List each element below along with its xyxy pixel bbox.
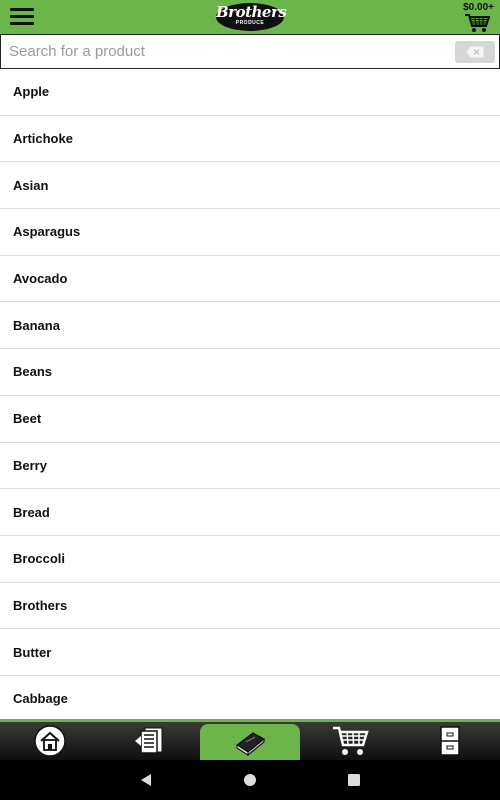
tab-cart[interactable] xyxy=(300,722,400,760)
back-button[interactable] xyxy=(139,773,153,787)
clear-search-button[interactable] xyxy=(455,41,495,63)
product-name: Berry xyxy=(13,457,47,473)
product-name: Avocado xyxy=(13,271,68,287)
bottom-nav xyxy=(0,719,500,760)
product-list: Apple Artichoke Asian Asparagus Avocado … xyxy=(0,69,500,719)
home-icon xyxy=(34,725,66,757)
list-item[interactable]: Asparagus xyxy=(0,209,500,256)
list-item[interactable]: Avocado xyxy=(0,256,500,303)
hamburger-menu-icon[interactable] xyxy=(10,8,34,26)
list-item[interactable]: Artichoke xyxy=(0,116,500,163)
list-item[interactable]: Bread xyxy=(0,489,500,536)
back-icon xyxy=(141,774,151,786)
catalog-book-icon xyxy=(236,732,265,757)
recents-square-icon xyxy=(348,774,360,786)
shopping-cart-icon xyxy=(333,726,369,755)
shopping-cart-icon[interactable] xyxy=(464,13,491,33)
product-name: Apple xyxy=(13,84,50,100)
product-name: Beet xyxy=(13,411,42,427)
tab-home[interactable] xyxy=(0,722,100,760)
file-cabinet-icon xyxy=(440,726,460,756)
product-name: Bread xyxy=(13,504,50,520)
product-name: Banana xyxy=(13,317,60,333)
list-item[interactable]: Asian xyxy=(0,162,500,210)
system-nav-bar xyxy=(0,760,500,800)
brothers-produce-logo: Brothers PRODUCE xyxy=(216,3,287,31)
list-item[interactable]: Beans xyxy=(0,349,500,396)
list-item[interactable]: Beet xyxy=(0,396,500,443)
product-name: Cabbage xyxy=(13,691,68,707)
list-item[interactable]: Broccoli xyxy=(0,536,500,583)
order-list-icon xyxy=(135,727,163,754)
tab-files[interactable] xyxy=(400,722,500,760)
list-item[interactable]: Banana xyxy=(0,302,500,350)
product-name: Asian xyxy=(13,177,49,193)
list-item[interactable]: Butter xyxy=(0,629,500,676)
list-item[interactable]: Apple xyxy=(0,69,500,116)
list-item[interactable]: Berry xyxy=(0,443,500,490)
cart-total: $0.00+ xyxy=(463,2,494,13)
product-name: Asparagus xyxy=(13,224,81,240)
search-bar xyxy=(0,34,500,69)
tab-catalog[interactable] xyxy=(200,724,300,760)
list-item[interactable]: Cabbage xyxy=(0,676,500,719)
home-button[interactable] xyxy=(243,773,257,787)
tab-orders[interactable] xyxy=(100,722,200,760)
product-name: Beans xyxy=(13,364,53,380)
list-item[interactable]: Brothers xyxy=(0,583,500,630)
product-name: Butter xyxy=(13,644,52,660)
product-name: Brothers xyxy=(13,597,68,613)
backspace-icon xyxy=(466,46,484,58)
product-name: Artichoke xyxy=(13,131,73,147)
search-input[interactable] xyxy=(1,35,451,68)
app-header: Brothers PRODUCE $0.00+ xyxy=(0,0,500,34)
recents-button[interactable] xyxy=(347,773,361,787)
home-circle-icon xyxy=(244,774,256,786)
logo-text: Brothers xyxy=(216,3,287,21)
product-name: Broccoli xyxy=(13,551,66,567)
